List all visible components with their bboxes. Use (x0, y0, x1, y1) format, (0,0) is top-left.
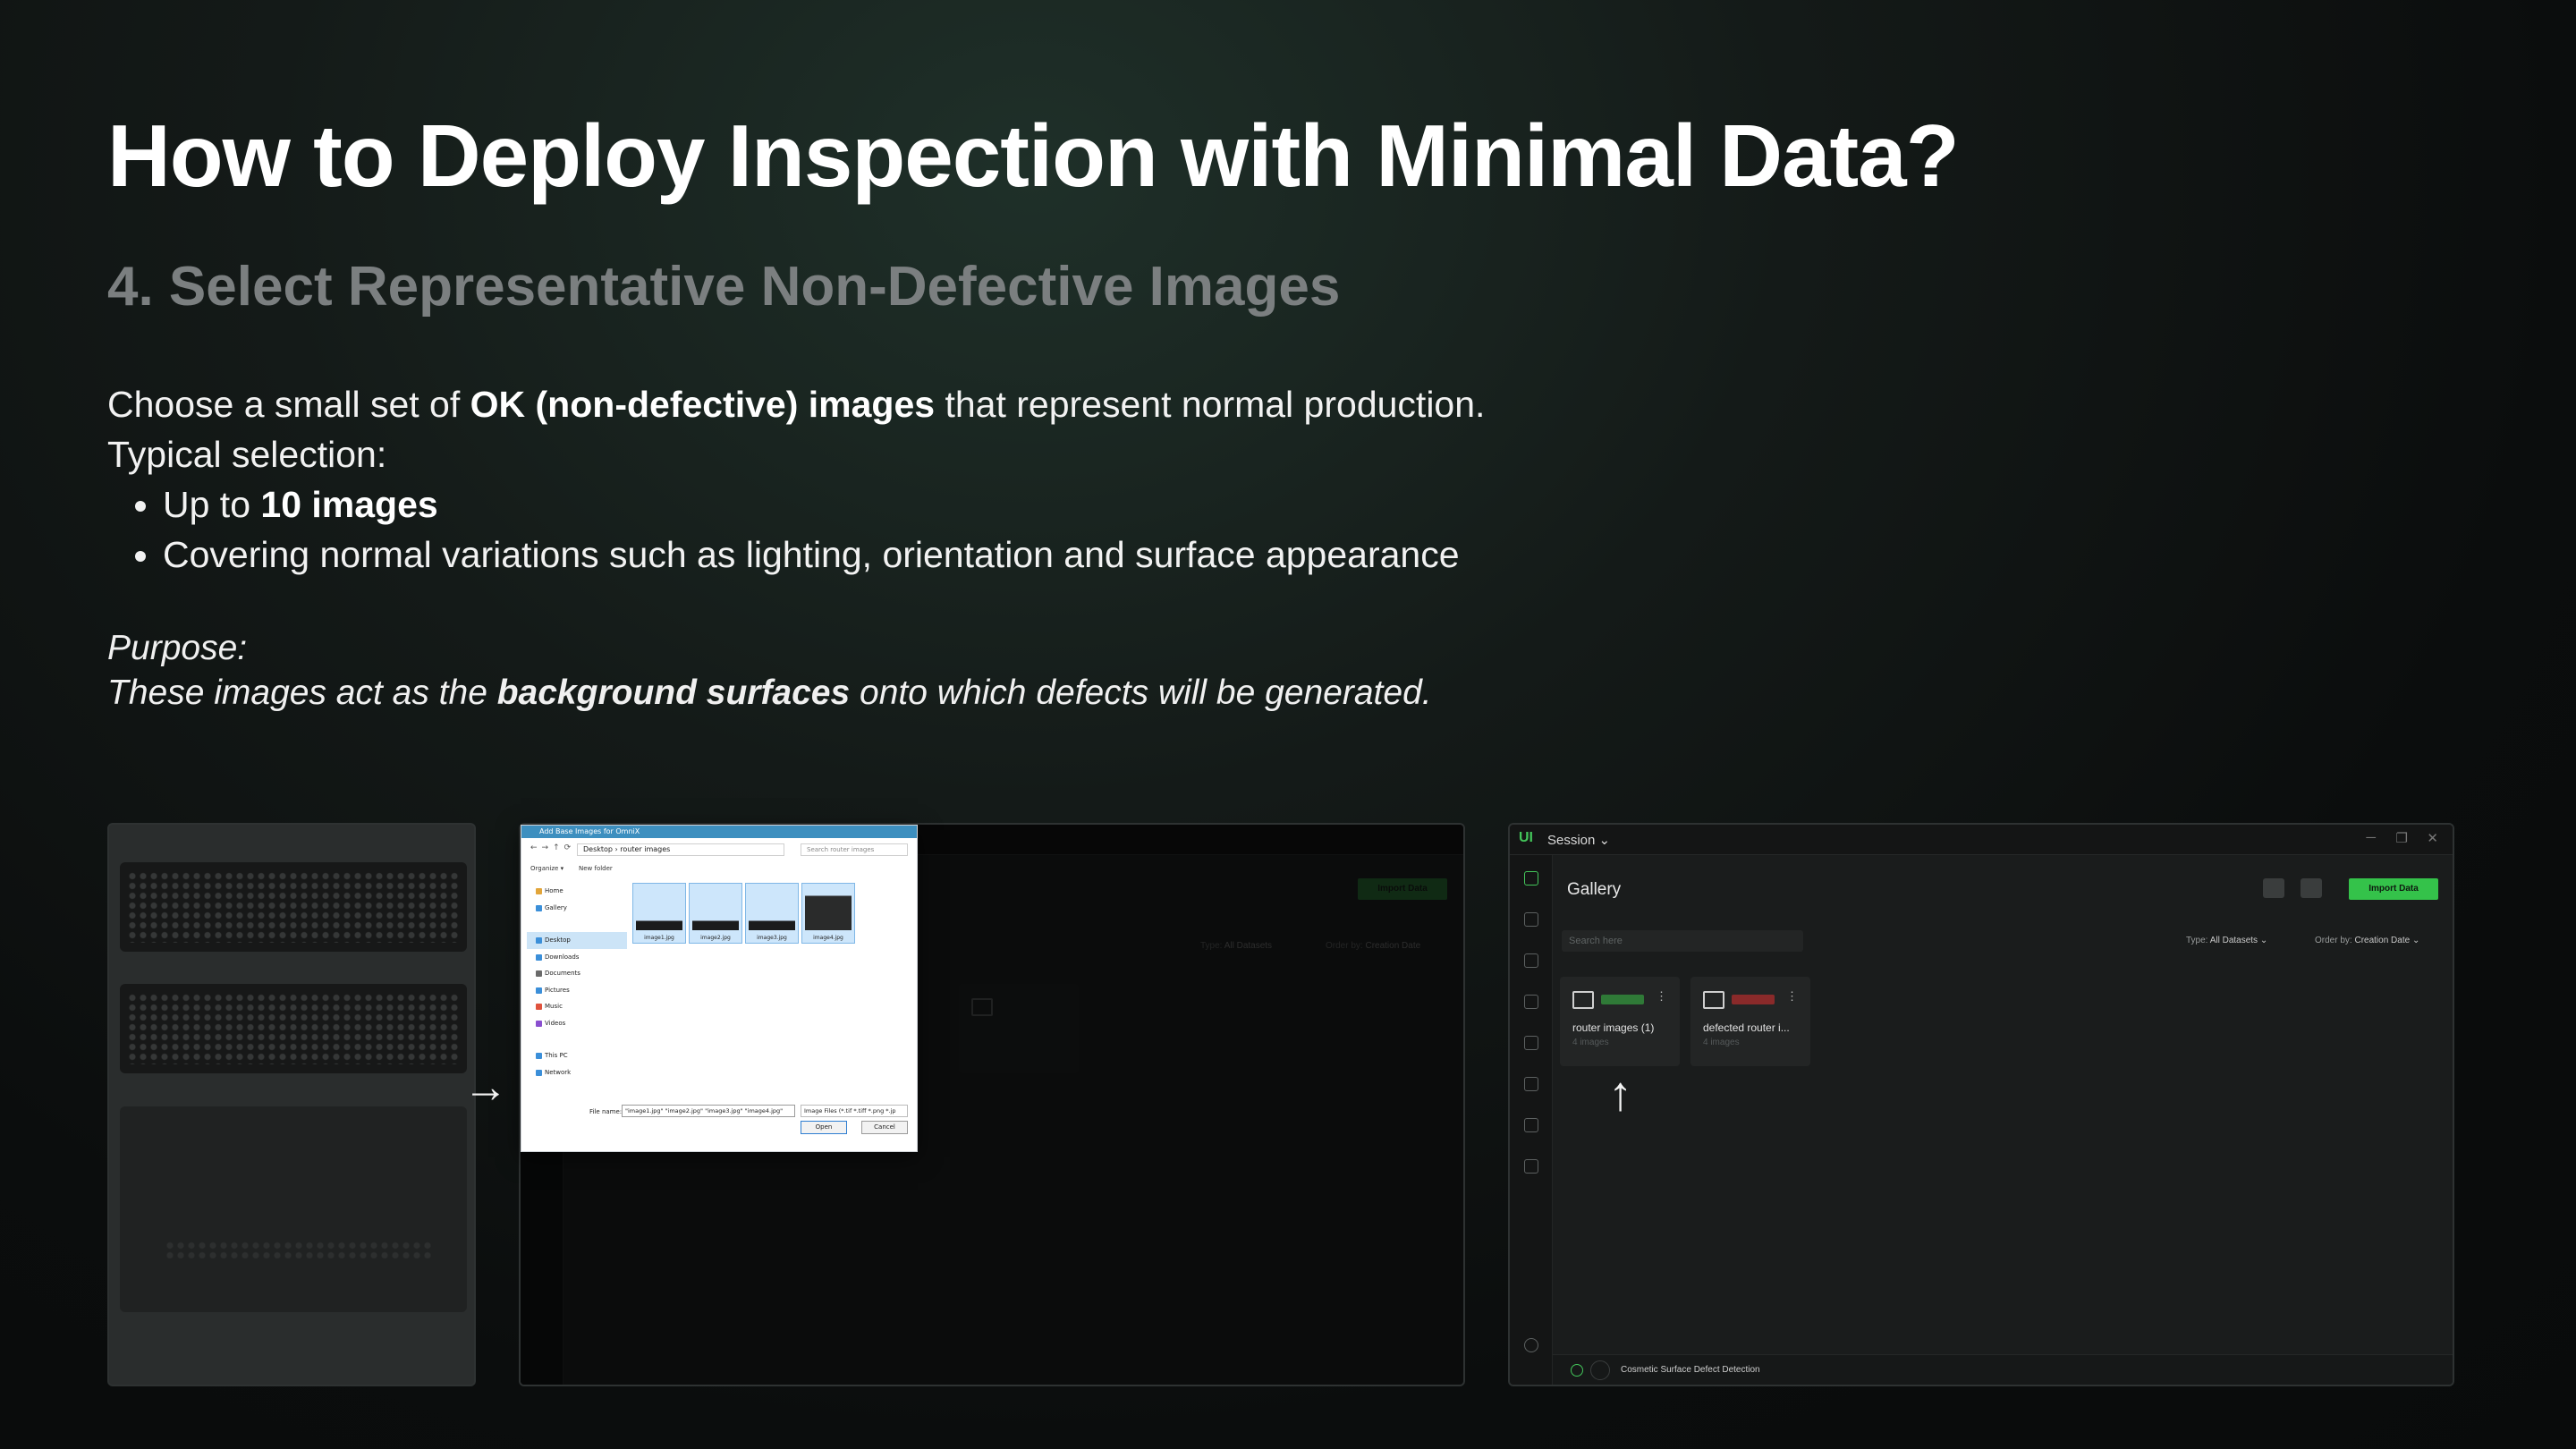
close-icon[interactable]: ✕ (2427, 830, 2438, 846)
bullet1-bold: 10 images (260, 484, 438, 525)
session-label: Session (1547, 833, 1596, 848)
dialog-address-bar[interactable]: Desktop › router images (577, 843, 784, 856)
minimize-icon[interactable]: ─ (2366, 830, 2376, 845)
sidebar-rail (1510, 855, 1553, 1385)
sidebar-item-videos[interactable]: Videos (527, 1015, 627, 1032)
order-filter-value: Creation Date (2354, 936, 2411, 945)
project-name: Cosmetic Surface Defect Detection (1621, 1365, 1760, 1375)
slide-body: Choose a small set of OK (non-defective)… (107, 379, 1485, 580)
restore-icon[interactable]: ❐ (2396, 830, 2408, 846)
router-photo-1 (120, 862, 467, 952)
sidebar-item-network[interactable]: Network (527, 1064, 627, 1081)
progress-ring-icon (1590, 1360, 1610, 1380)
purpose-label: Purpose: (107, 629, 248, 667)
sidebar-item-desktop[interactable]: Desktop (527, 932, 627, 949)
file-thumbnail[interactable]: image1.jpg (632, 883, 686, 944)
dataset-name: defected router i... (1703, 1021, 1790, 1034)
organize-menu[interactable]: Organize ▾ (530, 865, 564, 872)
intro-bold: OK (non-defective) images (470, 384, 936, 425)
router-photo-3 (120, 1106, 467, 1312)
intro-pre: Choose a small set of (107, 384, 470, 425)
intro-line: Choose a small set of OK (non-defective)… (107, 379, 1485, 429)
cancel-button[interactable]: Cancel (861, 1121, 908, 1134)
dialog-search-input[interactable]: Search router images (801, 843, 908, 856)
bullet-item: Covering normal variations such as light… (163, 530, 1485, 580)
defect-status-badge (1732, 995, 1775, 1004)
intro-post: that represent normal production. (935, 384, 1486, 425)
check-icon (1571, 1364, 1583, 1377)
file-type-select[interactable]: Image Files (*.tif *.tiff *.png *.jp (801, 1105, 908, 1117)
dialog-nav-buttons[interactable]: ←→↑⟳ (530, 843, 575, 852)
sample-photos-panel (107, 823, 476, 1386)
sidebar-item-downloads[interactable]: Downloads (527, 949, 627, 966)
purpose-post: onto which defects will be generated. (850, 674, 1432, 712)
purpose-bold: background surfaces (496, 674, 851, 712)
arrow-right-icon: → (463, 1062, 508, 1112)
router-photo-2 (120, 984, 467, 1073)
folder-icon (1572, 991, 1594, 1009)
dialog-sidebar: Home Gallery Desktop Downloads Documents… (527, 883, 627, 1080)
folder-link-icon[interactable] (2301, 878, 2322, 898)
slide-title: How to Deploy Inspection with Minimal Da… (107, 106, 1960, 205)
session-menu[interactable]: Session ⌄ (1547, 832, 1610, 848)
ok-status-badge (1601, 995, 1644, 1004)
dialog-title: Add Base Images for OmniX (521, 826, 917, 838)
new-folder-button[interactable]: New folder (579, 865, 613, 872)
dataset-name: router images (1) (1572, 1021, 1655, 1034)
gallery-app-window: UI Session ⌄ ─ ❐ ✕ Gallery Import Data S… (1508, 823, 2454, 1386)
dataset-card-defected-router[interactable]: ⋮ defected router i... 4 images (1690, 977, 1810, 1066)
dataset-card-router-images[interactable]: ⋮ router images (1) 4 images (1560, 977, 1680, 1066)
search-input[interactable]: Search here (1562, 930, 1803, 952)
purpose-pre: These images act as the (107, 674, 497, 712)
arrow-up-icon: ↑ (1608, 1067, 1632, 1121)
file-name-label: File name: (589, 1108, 623, 1115)
trash-icon[interactable] (1524, 1159, 1538, 1174)
sidebar-item-home[interactable]: Home (527, 883, 627, 900)
page-title: Gallery (1567, 880, 1622, 899)
file-thumbnail[interactable]: image2.jpg (689, 883, 742, 944)
inspect-icon[interactable] (1524, 1077, 1538, 1091)
app-logo: UI (1519, 830, 1533, 845)
purpose-block: Purpose: These images act as the backgro… (107, 626, 1432, 716)
order-filter[interactable]: Order by: Creation Date ⌄ (2315, 936, 2419, 945)
slide: How to Deploy Inspection with Minimal Da… (0, 0, 2576, 1449)
open-button[interactable]: Open (801, 1121, 847, 1134)
annotate-icon[interactable] (1524, 912, 1538, 927)
file-thumbnail[interactable]: image3.jpg (745, 883, 799, 944)
file-open-dialog: Add Base Images for OmniX ←→↑⟳ Desktop ›… (521, 825, 918, 1152)
sidebar-item-music[interactable]: Music (527, 998, 627, 1015)
dataset-count: 4 images (1703, 1038, 1740, 1047)
training-icon[interactable] (1524, 953, 1538, 968)
dataset-count: 4 images (1572, 1038, 1609, 1047)
more-icon[interactable]: ⋮ (1786, 989, 1798, 1004)
gallery-icon[interactable] (1524, 871, 1538, 886)
file-thumbnail[interactable]: image4.jpg (801, 883, 855, 944)
file-name-input[interactable]: "image1.jpg" "image2.jpg" "image3.jpg" "… (622, 1105, 795, 1117)
sidebar-item-gallery[interactable]: Gallery (527, 900, 627, 917)
chevron-down-icon: ⌄ (1598, 833, 1611, 848)
bullet-item: Up to 10 images (163, 479, 1485, 530)
status-bar: Cosmetic Surface Defect Detection (1553, 1354, 2453, 1385)
sidebar-item-this-pc[interactable]: This PC (527, 1047, 627, 1064)
import-data-button[interactable]: Import Data (2349, 878, 2438, 900)
more-icon[interactable]: ⋮ (1656, 989, 1667, 1004)
typical-selection: Typical selection: (107, 434, 387, 475)
sidebar-item-documents[interactable]: Documents (527, 965, 627, 982)
settings-icon[interactable] (1524, 995, 1538, 1009)
bullet1-pre: Up to (163, 484, 261, 525)
user-icon[interactable] (1524, 1338, 1538, 1352)
bullet-list: Up to 10 images Covering normal variatio… (163, 479, 1485, 580)
type-filter-label: Type: (2186, 936, 2208, 945)
slide-subtitle: 4. Select Representative Non-Defective I… (107, 256, 1341, 318)
order-filter-label: Order by: (2315, 936, 2352, 945)
purpose-text: These images act as the background surfa… (107, 671, 1432, 716)
title-bar: UI Session ⌄ ─ ❐ ✕ (1510, 825, 2453, 855)
sidebar-item-pictures[interactable]: Pictures (527, 982, 627, 999)
generate-icon[interactable] (1524, 1118, 1538, 1132)
folder-icon (1703, 991, 1724, 1009)
deploy-icon[interactable] (1524, 1036, 1538, 1050)
type-filter[interactable]: Type: All Datasets ⌄ (2186, 936, 2267, 945)
type-filter-value: All Datasets (2209, 936, 2258, 945)
copy-icon[interactable] (2263, 878, 2284, 898)
